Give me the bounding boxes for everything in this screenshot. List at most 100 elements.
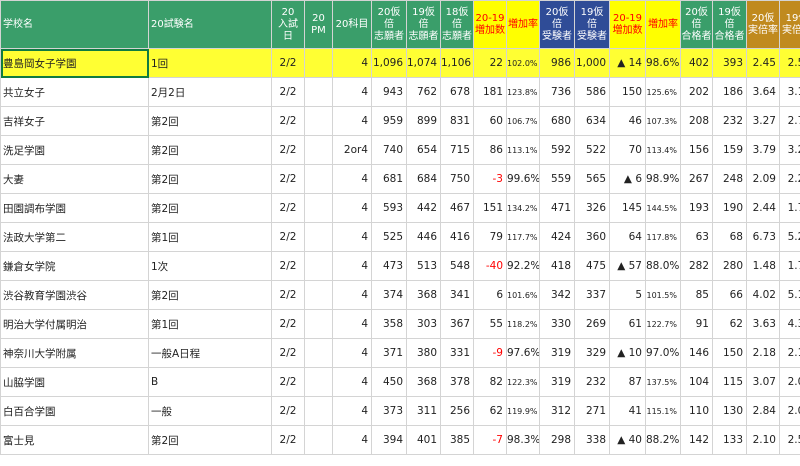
- cell-appdiff[interactable]: 6: [473, 280, 507, 310]
- cell-exarate[interactable]: 107.3%: [645, 106, 681, 136]
- cell-pm[interactable]: [304, 106, 333, 136]
- cell-school[interactable]: 法政大学第二: [0, 222, 149, 252]
- cell-pass20[interactable]: 63: [680, 222, 713, 252]
- cell-appdiff[interactable]: -40: [473, 251, 507, 281]
- cell-pass20[interactable]: 156: [680, 135, 713, 165]
- cell-exa19[interactable]: 360: [574, 222, 610, 252]
- cell-ratio20[interactable]: 3.27: [746, 106, 780, 136]
- cell-exadiff[interactable]: 64: [609, 222, 646, 252]
- cell-ratio19[interactable]: 5.11: [779, 280, 800, 310]
- cell-exa20[interactable]: 319: [539, 367, 575, 397]
- cell-app19[interactable]: 1,074: [406, 48, 441, 78]
- cell-exam[interactable]: 第2回: [148, 106, 272, 136]
- cell-appdiff[interactable]: -9: [473, 338, 507, 368]
- cell-school[interactable]: 明治大学付属明治: [0, 309, 149, 339]
- cell-exa19[interactable]: 634: [574, 106, 610, 136]
- cell-pm[interactable]: [304, 367, 333, 397]
- cell-exam[interactable]: 第2回: [148, 280, 272, 310]
- cell-exa19[interactable]: 475: [574, 251, 610, 281]
- cell-pass20[interactable]: 142: [680, 425, 713, 455]
- cell-app20[interactable]: 740: [371, 135, 407, 165]
- cell-pass19[interactable]: 393: [712, 48, 747, 78]
- cell-exa20[interactable]: 312: [539, 396, 575, 426]
- cell-apprate[interactable]: 117.7%: [506, 222, 540, 252]
- cell-pass20[interactable]: 193: [680, 193, 713, 223]
- cell-pass20[interactable]: 282: [680, 251, 713, 281]
- cell-school[interactable]: 洗足学園: [0, 135, 149, 165]
- cell-exam[interactable]: 第2回: [148, 135, 272, 165]
- cell-exam[interactable]: 一般: [148, 396, 272, 426]
- cell-appdiff[interactable]: -7: [473, 425, 507, 455]
- cell-appdiff[interactable]: 86: [473, 135, 507, 165]
- cell-app20[interactable]: 959: [371, 106, 407, 136]
- cell-ratio19[interactable]: 2.08: [779, 396, 800, 426]
- cell-pm[interactable]: [304, 396, 333, 426]
- cell-apprate[interactable]: 101.6%: [506, 280, 540, 310]
- cell-apprate[interactable]: 92.2%: [506, 251, 540, 281]
- cell-ratio19[interactable]: 2.19: [779, 338, 800, 368]
- cell-exadiff[interactable]: ▲ 57: [609, 251, 646, 281]
- cell-app19[interactable]: 513: [406, 251, 441, 281]
- cell-school[interactable]: 鎌倉女学院: [0, 251, 149, 281]
- cell-ratio20[interactable]: 1.48: [746, 251, 780, 281]
- cell-pm[interactable]: [304, 251, 333, 281]
- cell-ratio20[interactable]: 3.63: [746, 309, 780, 339]
- cell-ratio20[interactable]: 2.10: [746, 425, 780, 455]
- cell-ratio19[interactable]: 3.15: [779, 77, 800, 107]
- cell-school[interactable]: 吉祥女子: [0, 106, 149, 136]
- cell-exam[interactable]: 1次: [148, 251, 272, 281]
- cell-exa20[interactable]: 736: [539, 77, 575, 107]
- cell-app20[interactable]: 593: [371, 193, 407, 223]
- cell-pm[interactable]: [304, 338, 333, 368]
- cell-appdiff[interactable]: 60: [473, 106, 507, 136]
- cell-app20[interactable]: 373: [371, 396, 407, 426]
- cell-app19[interactable]: 442: [406, 193, 441, 223]
- cell-appdiff[interactable]: 79: [473, 222, 507, 252]
- cell-app20[interactable]: 358: [371, 309, 407, 339]
- column-header[interactable]: 18仮倍志願者: [440, 0, 474, 49]
- cell-exa19[interactable]: 565: [574, 164, 610, 194]
- cell-app18[interactable]: 367: [440, 309, 474, 339]
- cell-date[interactable]: 2/2: [271, 193, 305, 223]
- cell-exam[interactable]: 一般A日程: [148, 338, 272, 368]
- cell-pass19[interactable]: 115: [712, 367, 747, 397]
- cell-app19[interactable]: 446: [406, 222, 441, 252]
- cell-pm[interactable]: [304, 135, 333, 165]
- cell-school[interactable]: 渋谷教育学園渋谷: [0, 280, 149, 310]
- cell-appdiff[interactable]: 22: [473, 48, 507, 78]
- cell-pass19[interactable]: 150: [712, 338, 747, 368]
- cell-pm[interactable]: [304, 280, 333, 310]
- cell-exa19[interactable]: 326: [574, 193, 610, 223]
- cell-appdiff[interactable]: -3: [473, 164, 507, 194]
- cell-app18[interactable]: 750: [440, 164, 474, 194]
- cell-apprate[interactable]: 122.3%: [506, 367, 540, 397]
- cell-date[interactable]: 2/2: [271, 309, 305, 339]
- cell-ratio19[interactable]: 2.73: [779, 106, 800, 136]
- cell-exarate[interactable]: 122.7%: [645, 309, 681, 339]
- cell-exadiff[interactable]: ▲ 40: [609, 425, 646, 455]
- cell-pm[interactable]: [304, 222, 333, 252]
- cell-pass19[interactable]: 133: [712, 425, 747, 455]
- column-header[interactable]: 20仮倍合格者: [680, 0, 713, 49]
- cell-ratio20[interactable]: 2.45: [746, 48, 780, 78]
- cell-exadiff[interactable]: 5: [609, 280, 646, 310]
- column-header[interactable]: 20-19 増加数: [609, 0, 646, 49]
- cell-exam[interactable]: B: [148, 367, 272, 397]
- cell-ratio20[interactable]: 2.44: [746, 193, 780, 223]
- cell-app18[interactable]: 341: [440, 280, 474, 310]
- cell-exa19[interactable]: 269: [574, 309, 610, 339]
- cell-apprate[interactable]: 99.6%: [506, 164, 540, 194]
- cell-pass20[interactable]: 402: [680, 48, 713, 78]
- column-header[interactable]: 増加率: [645, 0, 681, 49]
- cell-exa20[interactable]: 559: [539, 164, 575, 194]
- column-header[interactable]: 20科目: [332, 0, 372, 49]
- cell-pass19[interactable]: 186: [712, 77, 747, 107]
- cell-date[interactable]: 2/2: [271, 135, 305, 165]
- cell-exadiff[interactable]: ▲ 10: [609, 338, 646, 368]
- cell-pass20[interactable]: 146: [680, 338, 713, 368]
- cell-ratio19[interactable]: 5.29: [779, 222, 800, 252]
- cell-school[interactable]: 共立女子: [0, 77, 149, 107]
- cell-app18[interactable]: 678: [440, 77, 474, 107]
- cell-school[interactable]: 田園調布学園: [0, 193, 149, 223]
- cell-subj[interactable]: 4: [332, 77, 372, 107]
